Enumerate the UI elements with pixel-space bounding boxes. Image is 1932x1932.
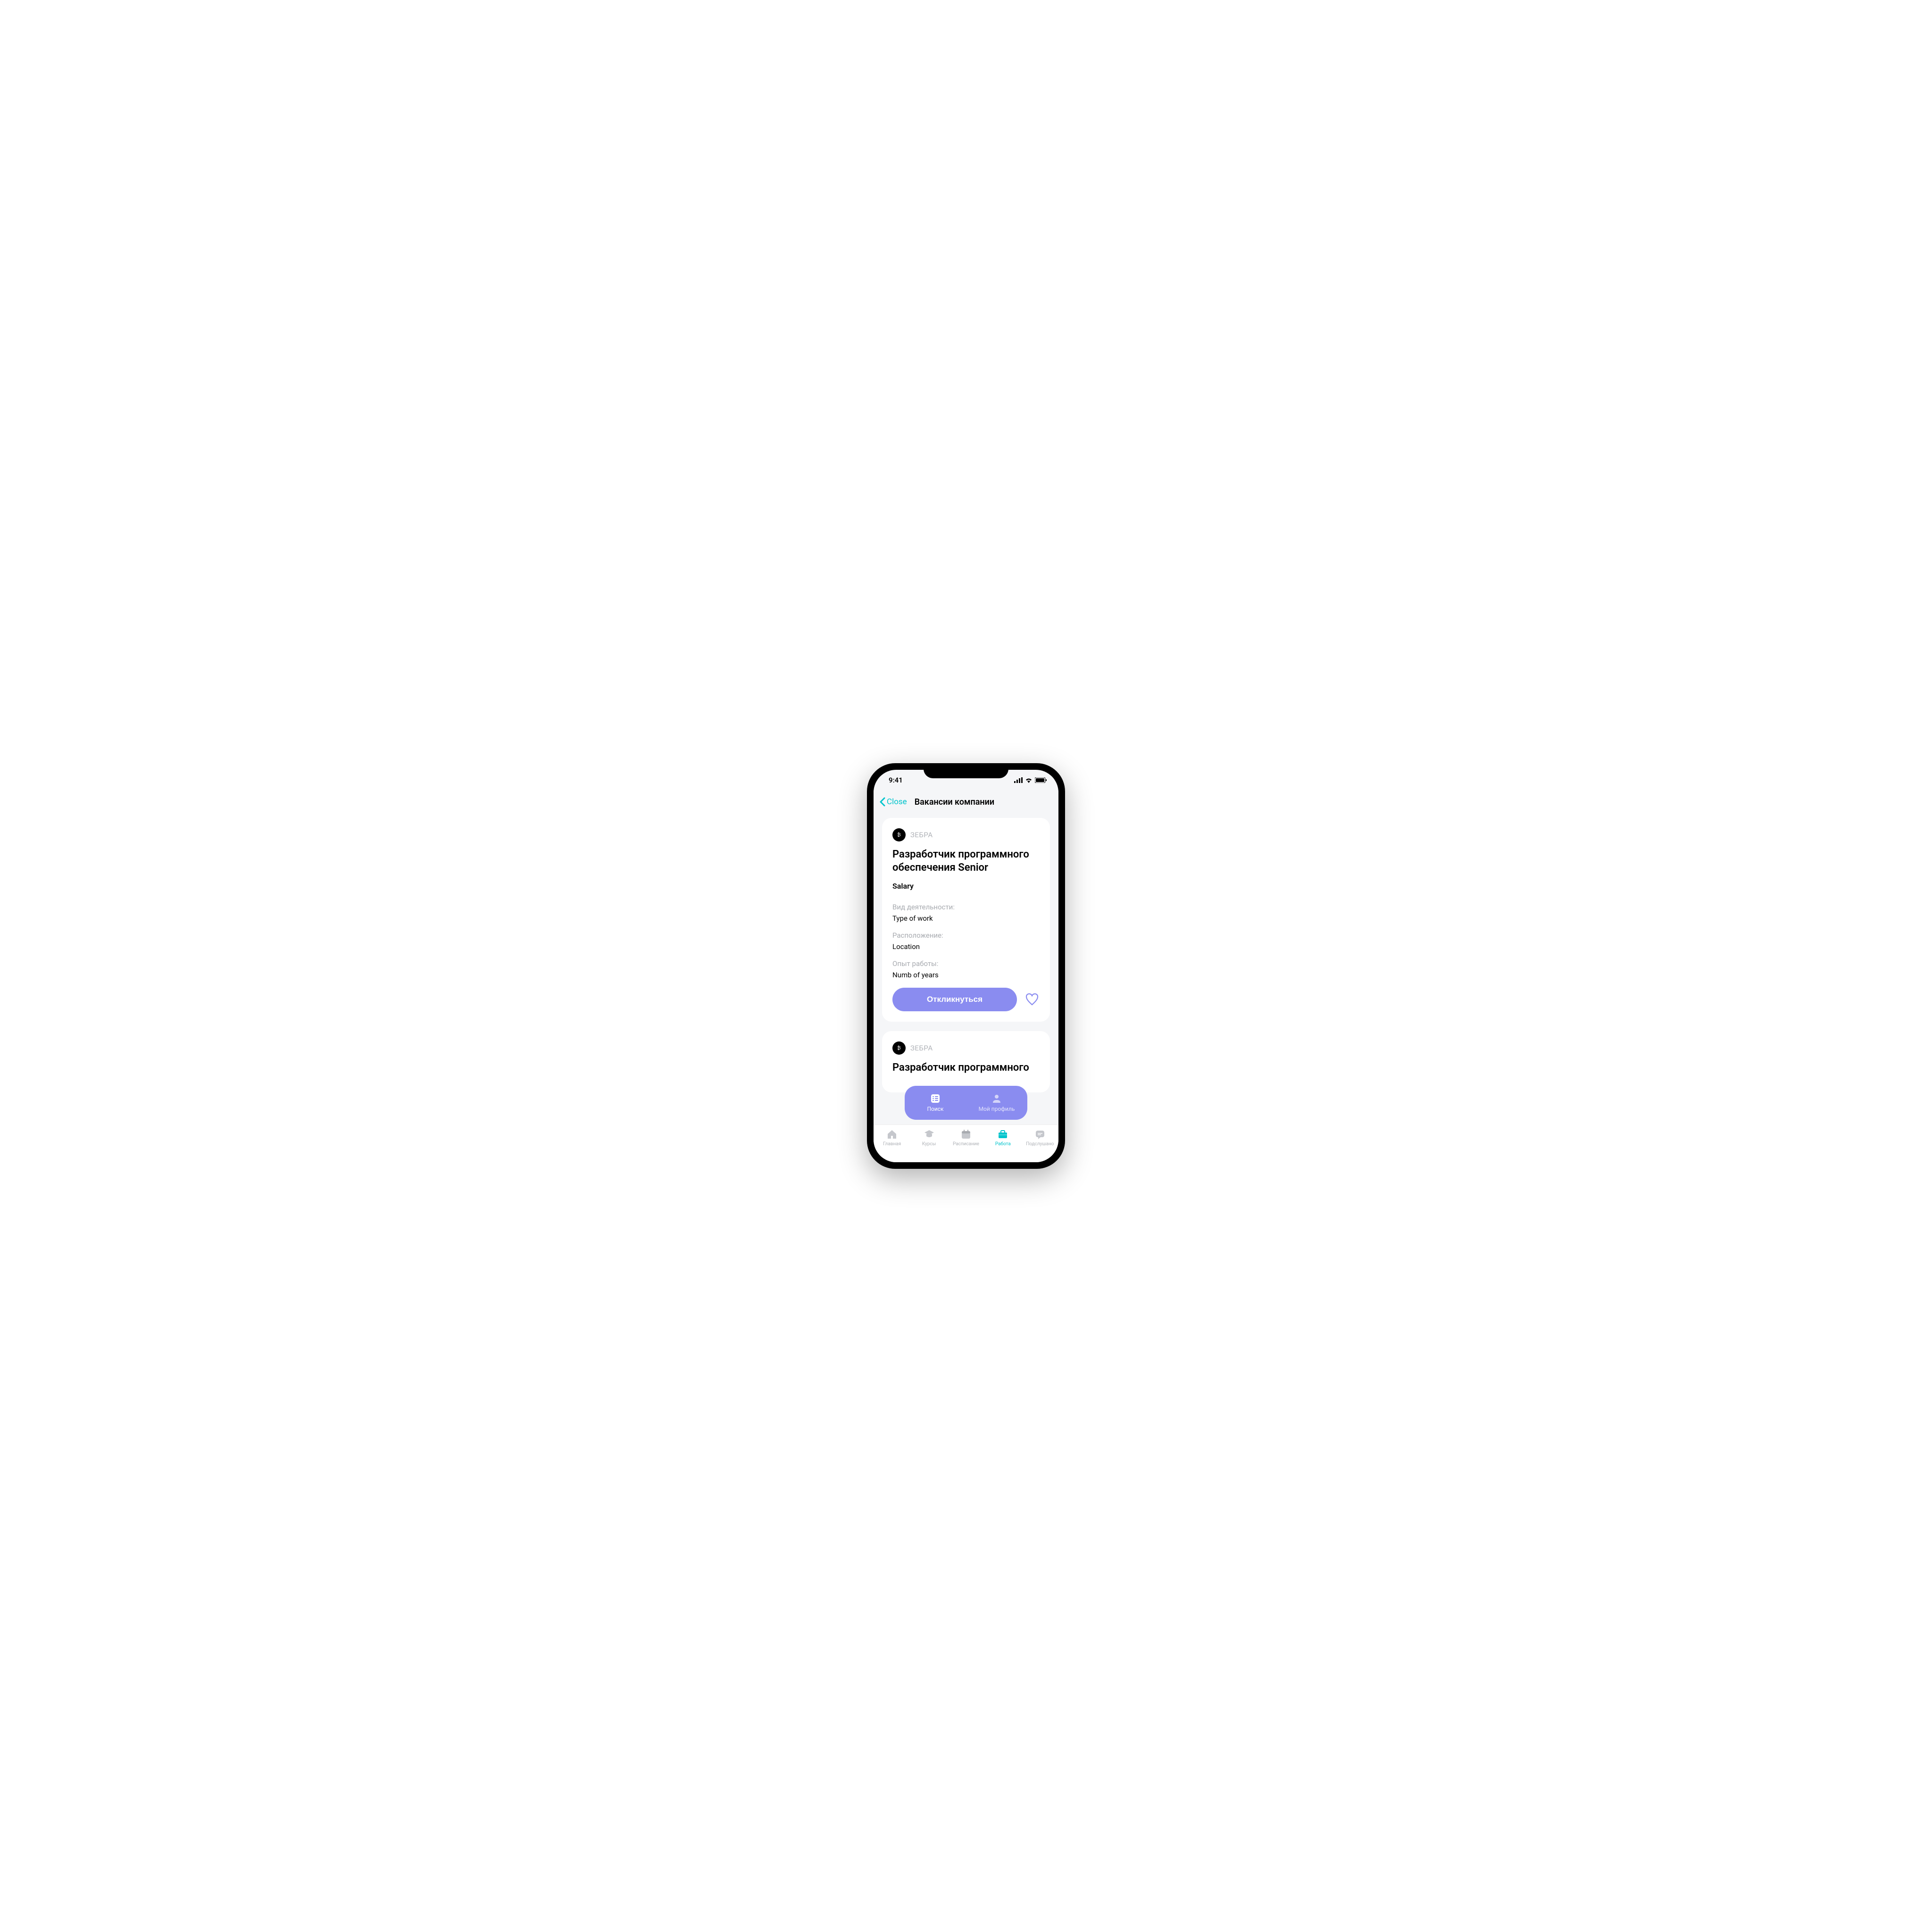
battery-icon bbox=[1035, 777, 1047, 783]
tab-schedule-label: Расписание bbox=[953, 1141, 979, 1147]
tab-schedule[interactable]: Расписание bbox=[949, 1129, 983, 1147]
cellular-icon bbox=[1014, 777, 1023, 783]
experience-value: Numb of years bbox=[892, 971, 1040, 979]
briefcase-icon bbox=[997, 1129, 1008, 1140]
apply-button[interactable]: Откликнуться bbox=[892, 988, 1017, 1011]
tab-overheard-label: Подслушано bbox=[1026, 1141, 1054, 1147]
favorite-button[interactable] bbox=[1024, 992, 1040, 1007]
tab-work[interactable]: Работа bbox=[986, 1129, 1019, 1147]
wifi-icon bbox=[1025, 777, 1033, 783]
phone-frame: 9:41 Close Вакансии компан bbox=[867, 763, 1065, 1169]
company-logo: ₿ bbox=[892, 1041, 906, 1055]
activity-label: Вид деятельности: bbox=[892, 903, 1040, 911]
tab-overheard[interactable]: Подслушано bbox=[1024, 1129, 1057, 1147]
company-row: ₿ ЗЕБРА bbox=[892, 1041, 1040, 1055]
location-label: Расположение: bbox=[892, 931, 1040, 940]
nav-bar: Close Вакансии компании bbox=[874, 791, 1058, 813]
floating-search-button[interactable]: Поиск bbox=[905, 1086, 966, 1120]
user-icon bbox=[991, 1093, 1002, 1104]
tab-home[interactable]: Главная bbox=[875, 1129, 908, 1147]
company-name: ЗЕБРА bbox=[910, 831, 933, 839]
floating-profile-button[interactable]: Мой профиль bbox=[966, 1086, 1027, 1120]
experience-label: Опыт работы: bbox=[892, 959, 1040, 968]
status-indicators bbox=[1014, 777, 1047, 783]
chat-icon bbox=[1034, 1129, 1046, 1140]
floating-search-label: Поиск bbox=[927, 1106, 943, 1112]
back-button[interactable]: Close bbox=[879, 797, 907, 807]
back-label: Close bbox=[887, 797, 907, 807]
company-logo: ₿ bbox=[892, 828, 906, 841]
job-title: Разработчик программного обеспечения Sen… bbox=[892, 848, 1040, 874]
page-title: Вакансии компании bbox=[915, 797, 994, 807]
status-bar: 9:41 bbox=[874, 770, 1058, 791]
job-card: ₿ ЗЕБРА Разработчик программного обеспеч… bbox=[882, 818, 1050, 1022]
job-title: Разработчик программного bbox=[892, 1061, 1040, 1074]
heart-icon bbox=[1025, 993, 1039, 1006]
tab-home-label: Главная bbox=[883, 1141, 901, 1147]
tab-work-label: Работа bbox=[995, 1141, 1011, 1147]
job-salary: Salary bbox=[892, 882, 1040, 891]
graduation-icon bbox=[924, 1129, 935, 1140]
chevron-left-icon bbox=[879, 797, 886, 807]
phone-screen: 9:41 Close Вакансии компан bbox=[874, 770, 1058, 1162]
job-card: ₿ ЗЕБРА Разработчик программного bbox=[882, 1031, 1050, 1092]
list-icon bbox=[930, 1093, 941, 1104]
location-value: Location bbox=[892, 942, 1040, 951]
calendar-icon bbox=[960, 1129, 972, 1140]
tab-courses[interactable]: Курсы bbox=[913, 1129, 946, 1147]
status-time: 9:41 bbox=[885, 776, 903, 784]
company-row: ₿ ЗЕБРА bbox=[892, 828, 1040, 841]
floating-action-bar: Поиск Мой профиль bbox=[905, 1086, 1027, 1120]
company-name: ЗЕБРА bbox=[910, 1044, 933, 1052]
actions-row: Откликнуться bbox=[892, 988, 1040, 1011]
tab-courses-label: Курсы bbox=[922, 1141, 936, 1147]
tab-bar: Главная Курсы Расписание Работа bbox=[874, 1124, 1058, 1162]
home-icon bbox=[886, 1129, 898, 1140]
activity-value: Type of work bbox=[892, 914, 1040, 923]
floating-profile-label: Мой профиль bbox=[979, 1106, 1015, 1112]
